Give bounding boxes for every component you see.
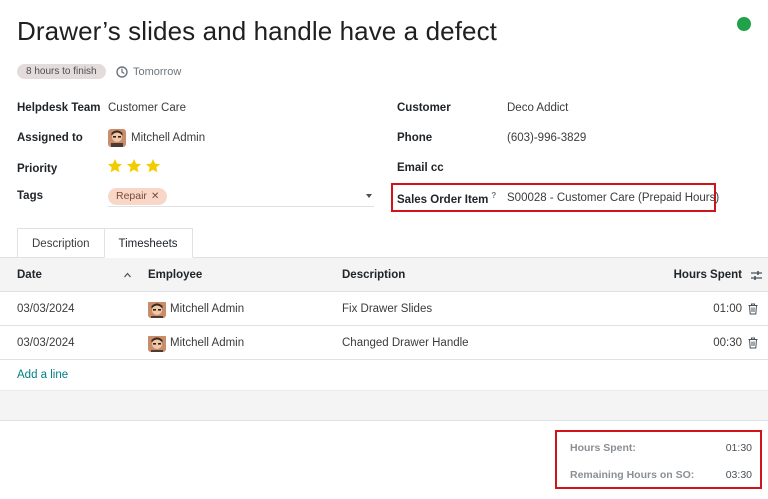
column-hours-spent[interactable]: Hours Spent [674, 258, 742, 292]
ticket-title[interactable]: Drawer’s slides and handle have a defect [17, 16, 497, 47]
deadline-label: Tomorrow [133, 65, 182, 78]
status-dot[interactable] [737, 17, 751, 31]
employee-name: Mitchell Admin [170, 337, 245, 349]
employee-name: Mitchell Admin [170, 303, 245, 315]
tags-label: Tags [17, 190, 43, 202]
trash-icon[interactable] [748, 303, 758, 315]
sales-order-item-label-text: Sales Order Item [397, 193, 489, 206]
cell-hours[interactable]: 00:30 [713, 326, 742, 360]
avatar [108, 129, 126, 147]
avatar [148, 300, 166, 318]
close-icon[interactable]: ✕ [151, 188, 159, 205]
priority-label: Priority [17, 163, 58, 175]
cell-employee[interactable]: Mitchell Admin [148, 326, 244, 360]
chevron-up-icon[interactable] [124, 272, 131, 278]
tag-label: Repair [116, 190, 147, 202]
email-cc-field[interactable] [507, 162, 707, 176]
sales-order-item-field[interactable]: S00028 - Customer Care (Prepaid Hours) [507, 192, 719, 204]
tags-field[interactable]: Repair ✕ [108, 186, 374, 207]
trash-icon[interactable] [748, 337, 758, 349]
customer-field[interactable]: Deco Addict [507, 102, 568, 114]
table-row[interactable]: 03/03/2024 Mitchell Admin Fix Drawer Sli… [0, 292, 768, 326]
table-header: Date Employee Description Hours Spent [0, 258, 768, 292]
helpdesk-team-field[interactable]: Customer Care [108, 102, 186, 114]
cell-hours[interactable]: 01:00 [713, 292, 742, 326]
star-icon[interactable] [145, 158, 161, 174]
cell-description[interactable]: Changed Drawer Handle [342, 326, 469, 360]
sla-badge: 8 hours to finish [17, 64, 106, 79]
table-row[interactable]: 03/03/2024 Mitchell Admin Changed Drawer… [0, 326, 768, 360]
avatar [148, 334, 166, 352]
helpdesk-team-label: Helpdesk Team [17, 102, 101, 114]
cell-date[interactable]: 03/03/2024 [17, 326, 75, 360]
sliders-icon[interactable] [751, 270, 762, 281]
phone-field[interactable]: (603)-996-3829 [507, 132, 586, 144]
customer-label: Customer [397, 102, 451, 114]
phone-label: Phone [397, 132, 433, 144]
cell-employee[interactable]: Mitchell Admin [148, 292, 244, 326]
table-footer [0, 390, 768, 421]
star-icon[interactable] [126, 158, 142, 174]
hours-spent-total-label: Hours Spent: [570, 442, 636, 454]
add-line-link[interactable]: Add a line [17, 369, 68, 381]
tag-repair: Repair ✕ [108, 188, 168, 205]
help-icon[interactable]: ? [491, 191, 496, 200]
assigned-to-field[interactable]: Mitchell Admin [108, 129, 205, 147]
sales-order-item-label: Sales Order Item? [397, 191, 496, 206]
cell-date[interactable]: 03/03/2024 [17, 292, 75, 326]
hours-spent-total-value: 01:30 [725, 442, 752, 454]
totals-highlight: Hours Spent: 01:30 Remaining Hours on SO… [555, 430, 762, 489]
email-cc-label: Email cc [397, 162, 444, 174]
priority-stars[interactable] [107, 158, 161, 174]
remaining-hours-label: Remaining Hours on SO: [570, 469, 695, 481]
chevron-down-icon[interactable] [366, 194, 372, 198]
tab-description[interactable]: Description [17, 228, 105, 258]
assigned-to-value: Mitchell Admin [131, 132, 206, 144]
deadline[interactable]: Tomorrow [116, 64, 181, 79]
column-date[interactable]: Date [17, 258, 42, 292]
assigned-to-label: Assigned to [17, 132, 83, 144]
star-icon[interactable] [107, 158, 123, 174]
notebook-tabs: Description Timesheets [17, 228, 193, 258]
cell-description[interactable]: Fix Drawer Slides [342, 292, 432, 326]
column-description[interactable]: Description [342, 258, 405, 292]
remaining-hours-value: 03:30 [725, 469, 752, 481]
tab-timesheets[interactable]: Timesheets [103, 228, 193, 258]
clock-icon [116, 65, 128, 78]
column-employee[interactable]: Employee [148, 258, 202, 292]
